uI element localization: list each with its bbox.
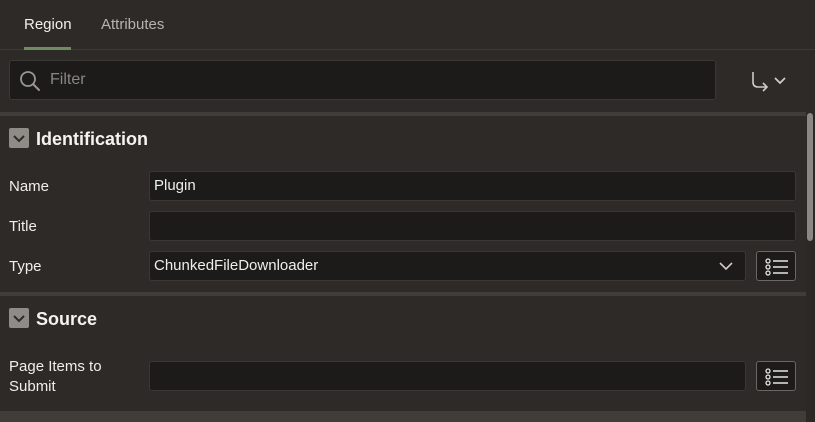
type-list-button[interactable] bbox=[756, 251, 796, 281]
type-select-value: ChunkedFileDownloader bbox=[154, 257, 319, 274]
filter-input[interactable] bbox=[48, 61, 708, 99]
section-title: Identification bbox=[36, 129, 148, 149]
filter-box bbox=[9, 60, 716, 100]
goto-group-button[interactable] bbox=[746, 66, 792, 96]
list-picker-icon bbox=[765, 368, 788, 386]
title-field[interactable] bbox=[149, 211, 796, 241]
type-select[interactable]: ChunkedFileDownloader bbox=[149, 251, 746, 281]
type-label: Type bbox=[9, 258, 42, 275]
tab-bar: Region Attributes bbox=[0, 0, 815, 50]
collapse-toggle[interactable] bbox=[9, 308, 29, 328]
tab-attributes[interactable]: Attributes bbox=[101, 0, 164, 50]
chevron-down-icon bbox=[719, 262, 733, 271]
section-header-identification[interactable]: Identification bbox=[0, 116, 806, 162]
chevron-down-icon bbox=[13, 135, 25, 143]
goto-group-icon bbox=[752, 72, 786, 92]
section-divider bbox=[0, 411, 806, 422]
section-header-source[interactable]: Source bbox=[0, 296, 806, 342]
name-label: Name bbox=[9, 178, 50, 195]
section-title: Source bbox=[36, 309, 98, 329]
search-icon bbox=[20, 71, 40, 91]
page-items-label-line1: Page Items to bbox=[9, 358, 102, 375]
property-editor: Region Attributes Identification Name Pl… bbox=[0, 0, 815, 422]
title-label: Title bbox=[9, 218, 37, 235]
scrollbar-thumb[interactable] bbox=[807, 113, 813, 241]
collapse-toggle[interactable] bbox=[9, 128, 29, 148]
chevron-down-icon bbox=[13, 315, 25, 323]
name-field[interactable]: Plugin bbox=[149, 171, 796, 201]
tab-region[interactable]: Region bbox=[24, 0, 72, 50]
page-items-label-line2: Submit bbox=[9, 378, 56, 395]
list-picker-icon bbox=[765, 258, 788, 276]
page-items-field[interactable] bbox=[149, 361, 746, 391]
page-items-list-button[interactable] bbox=[756, 361, 796, 391]
